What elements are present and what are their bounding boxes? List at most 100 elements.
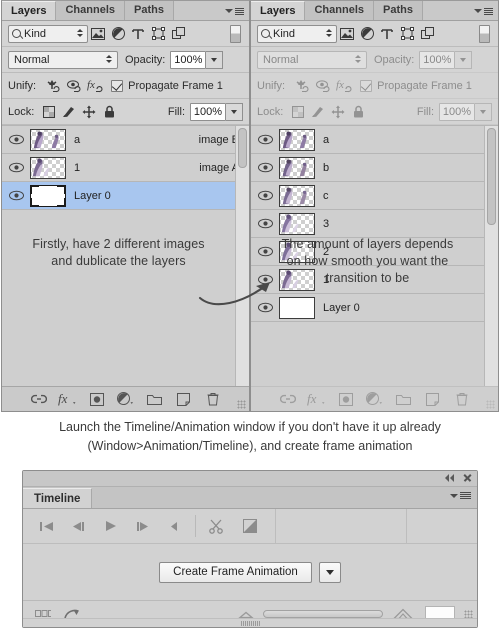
- filter-kind-select[interactable]: Kind: [8, 24, 88, 43]
- layer-thumbnail[interactable]: [30, 184, 66, 207]
- table-row[interactable]: 3: [251, 210, 498, 238]
- audio-mute-icon[interactable]: [167, 518, 183, 534]
- add-mask-icon[interactable]: [87, 390, 107, 408]
- lock-position-icon[interactable]: [79, 102, 99, 122]
- layer-thumbnail[interactable]: [279, 296, 315, 319]
- fill-dropdown-button[interactable]: [226, 102, 243, 121]
- layer-thumbnail[interactable]: [279, 184, 315, 207]
- unify-position-icon[interactable]: [290, 76, 312, 96]
- timeline-zoom-slider[interactable]: [263, 610, 383, 618]
- table-row[interactable]: Layer 0: [251, 294, 498, 322]
- layer-thumbnail[interactable]: [279, 212, 315, 235]
- new-group-icon[interactable]: [145, 390, 165, 408]
- opacity-dropdown-button[interactable]: [206, 50, 224, 69]
- lock-all-icon[interactable]: [348, 102, 368, 122]
- play-icon[interactable]: [103, 518, 119, 534]
- fill-dropdown-button[interactable]: [475, 102, 492, 121]
- layer-visibility-eye-icon[interactable]: [251, 190, 279, 201]
- shape-filter-icon[interactable]: [148, 24, 168, 44]
- scrollbar-thumb[interactable]: [487, 128, 496, 225]
- filter-kind-select[interactable]: Kind: [257, 24, 337, 43]
- layer-thumbnail[interactable]: [30, 128, 66, 151]
- new-layer-icon[interactable]: [174, 390, 194, 408]
- propagate-frame-checkbox[interactable]: [111, 79, 124, 92]
- transition-icon[interactable]: [242, 518, 258, 534]
- layer-visibility-eye-icon[interactable]: [251, 162, 279, 173]
- blend-mode-select[interactable]: Normal: [8, 50, 118, 69]
- lock-transparency-icon[interactable]: [39, 102, 59, 122]
- pixel-filter-icon[interactable]: [337, 24, 357, 44]
- delete-layer-icon[interactable]: [452, 390, 472, 408]
- layer-thumbnail[interactable]: [279, 128, 315, 151]
- lock-transparency-icon[interactable]: [288, 102, 308, 122]
- layer-visibility-eye-icon[interactable]: [2, 190, 30, 201]
- layers-list-left[interactable]: a image B 1 image A Layer 0 Firstly, hav…: [2, 125, 249, 386]
- new-group-icon[interactable]: [394, 390, 414, 408]
- link-layers-icon[interactable]: [29, 390, 49, 408]
- link-layers-icon[interactable]: [278, 390, 298, 408]
- layers-list-right[interactable]: a b c 3 2 1 Layer 0 The amount of layers…: [251, 125, 498, 386]
- table-row[interactable]: a: [251, 126, 498, 154]
- layer-thumbnail[interactable]: [30, 156, 66, 179]
- previous-frame-icon[interactable]: [71, 518, 87, 534]
- tab-channels[interactable]: Channels: [305, 1, 374, 20]
- type-filter-icon[interactable]: [128, 24, 148, 44]
- layer-visibility-eye-icon[interactable]: [251, 134, 279, 145]
- lock-all-icon[interactable]: [99, 102, 119, 122]
- shape-filter-icon[interactable]: [397, 24, 417, 44]
- opacity-input[interactable]: 100%: [170, 50, 207, 69]
- blend-mode-select[interactable]: Normal: [257, 50, 367, 69]
- layer-visibility-eye-icon[interactable]: [2, 162, 30, 173]
- lock-image-icon[interactable]: [59, 102, 79, 122]
- panel-menu-icon[interactable]: [225, 5, 244, 17]
- adjustment-layer-icon[interactable]: [365, 390, 385, 408]
- layer-thumbnail[interactable]: [279, 156, 315, 179]
- opacity-input[interactable]: 100%: [419, 50, 456, 69]
- unify-position-icon[interactable]: [41, 76, 63, 96]
- layer-visibility-eye-icon[interactable]: [251, 302, 279, 313]
- adjustment-filter-icon[interactable]: [357, 24, 377, 44]
- layers-scrollbar[interactable]: [484, 126, 498, 386]
- tab-layers[interactable]: Layers: [251, 1, 306, 20]
- close-panel-button[interactable]: [463, 473, 472, 482]
- split-clip-scissors-icon[interactable]: [208, 518, 224, 534]
- scrollbar-thumb[interactable]: [238, 128, 247, 168]
- layer-visibility-eye-icon[interactable]: [251, 218, 279, 229]
- delete-layer-icon[interactable]: [203, 390, 223, 408]
- table-row[interactable]: Layer 0: [2, 182, 249, 210]
- propagate-frame-checkbox[interactable]: [360, 79, 373, 92]
- unify-visibility-icon[interactable]: [63, 76, 85, 96]
- tab-layers[interactable]: Layers: [2, 1, 57, 20]
- type-filter-icon[interactable]: [377, 24, 397, 44]
- layer-style-fx-icon[interactable]: fx: [58, 390, 78, 408]
- new-layer-icon[interactable]: [423, 390, 443, 408]
- smart-object-filter-icon[interactable]: [417, 24, 437, 44]
- smart-object-filter-icon[interactable]: [168, 24, 188, 44]
- create-animation-dropdown[interactable]: [318, 561, 341, 583]
- layers-scrollbar[interactable]: [235, 126, 249, 386]
- lock-position-icon[interactable]: [328, 102, 348, 122]
- layer-style-fx-icon[interactable]: fx: [307, 390, 327, 408]
- next-frame-icon[interactable]: [135, 518, 151, 534]
- unify-style-icon[interactable]: fx: [334, 76, 356, 96]
- adjustment-layer-icon[interactable]: [116, 390, 136, 408]
- table-row[interactable]: b: [251, 154, 498, 182]
- fill-input[interactable]: 100%: [190, 102, 226, 121]
- tab-channels[interactable]: Channels: [56, 1, 125, 20]
- table-row[interactable]: c: [251, 182, 498, 210]
- filter-enable-toggle[interactable]: [479, 24, 490, 43]
- collapse-to-icons-button[interactable]: [445, 473, 454, 482]
- panel-menu-icon[interactable]: [474, 5, 493, 17]
- table-row[interactable]: a image B: [2, 126, 249, 154]
- filter-enable-toggle[interactable]: [230, 24, 241, 43]
- tab-timeline[interactable]: Timeline: [23, 488, 93, 508]
- layer-visibility-eye-icon[interactable]: [2, 134, 30, 145]
- lock-image-icon[interactable]: [308, 102, 328, 122]
- fill-input[interactable]: 100%: [439, 102, 475, 121]
- panel-resize-grip[interactable]: [237, 400, 246, 409]
- tab-paths[interactable]: Paths: [125, 1, 174, 20]
- tab-paths[interactable]: Paths: [374, 1, 423, 20]
- pixel-filter-icon[interactable]: [88, 24, 108, 44]
- adjustment-filter-icon[interactable]: [108, 24, 128, 44]
- opacity-dropdown-button[interactable]: [455, 50, 473, 69]
